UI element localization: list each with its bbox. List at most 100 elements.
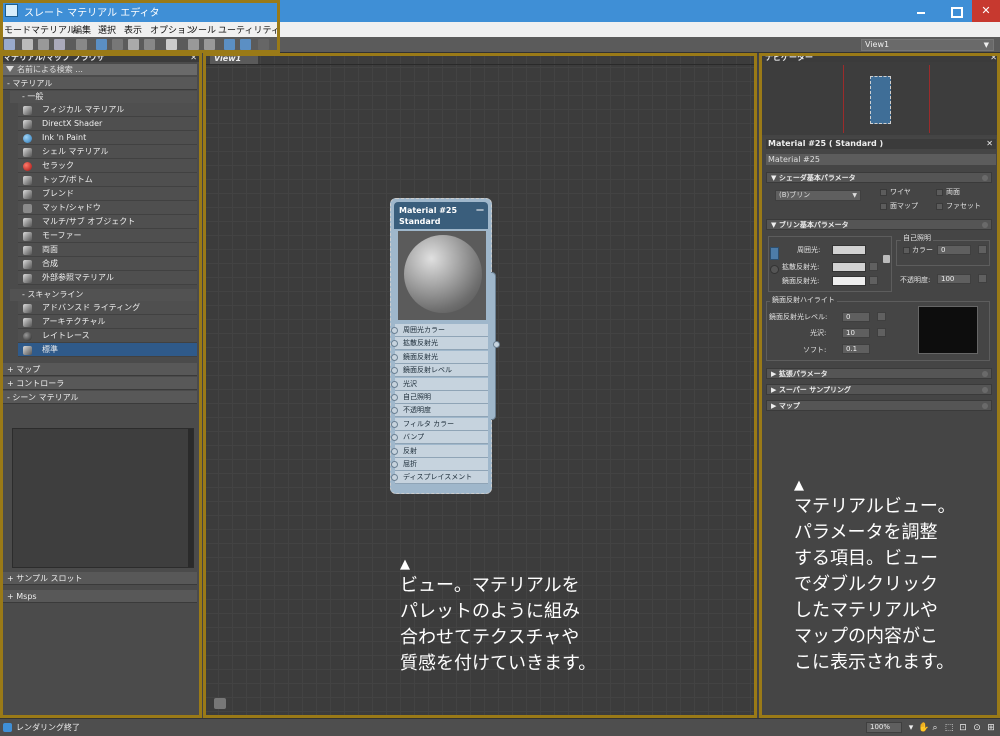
zoom-field[interactable]: 100% xyxy=(866,722,902,733)
input-socket[interactable] xyxy=(391,461,398,468)
category-materials[interactable]: - マテリアル xyxy=(3,77,197,90)
input-socket[interactable] xyxy=(391,407,398,415)
material-list-item[interactable]: アドバンスド ライティング xyxy=(18,301,197,315)
close-icon[interactable]: ✕ xyxy=(990,53,997,62)
input-socket[interactable] xyxy=(391,447,398,455)
diffuse-map-button[interactable] xyxy=(869,262,878,271)
maximize-button[interactable] xyxy=(938,0,972,22)
spec-level-map-button[interactable] xyxy=(877,312,886,321)
hide-unused-icon[interactable] xyxy=(112,39,123,50)
node-input-slot[interactable]: 鏡面反射レベル xyxy=(391,364,488,378)
fit-all-icon[interactable]: ⊞ xyxy=(986,723,996,733)
material-browser-icon[interactable] xyxy=(224,39,235,50)
menu-select[interactable]: 選択 xyxy=(98,23,116,36)
view-selector[interactable]: View1 ▼ xyxy=(861,39,994,51)
zoom-selected-icon[interactable]: ⊙ xyxy=(972,723,982,733)
material-list-item[interactable]: セラック xyxy=(18,159,197,173)
material-list-item[interactable]: ブレンド xyxy=(18,187,197,201)
node-input-slot[interactable]: 不透明度 xyxy=(391,404,488,418)
zoom-extents-icon[interactable]: ⊡ xyxy=(958,723,968,733)
category-msps[interactable]: + Msps xyxy=(3,590,197,603)
parameter-editor-icon[interactable] xyxy=(240,39,251,50)
select-by-material-icon[interactable] xyxy=(258,39,269,50)
category-sample-slots[interactable]: + サンプル スロット xyxy=(3,572,197,585)
diffuse-color-swatch[interactable] xyxy=(832,262,866,272)
rollout-supersampling[interactable]: ▶ スーパー サンプリング xyxy=(766,384,992,395)
rollout-blinn-basic[interactable]: ▼ ブリン基本パラメータ xyxy=(766,219,992,230)
node-output-socket[interactable] xyxy=(493,341,500,348)
group-scanline[interactable]: - スキャンライン xyxy=(10,289,197,301)
rollout-maps[interactable]: ▶ マップ xyxy=(766,400,992,411)
menu-mode[interactable]: モード xyxy=(4,23,31,36)
zoom-icon[interactable]: ⌕ xyxy=(930,723,940,733)
material-list-item[interactable]: マルチ/サブ オブジェクト xyxy=(18,215,197,229)
specular-map-button[interactable] xyxy=(869,276,878,285)
show-end-result-icon[interactable] xyxy=(166,39,177,50)
gloss-map-button[interactable] xyxy=(877,328,886,337)
input-socket[interactable] xyxy=(391,474,398,482)
node-input-slot[interactable]: 反射 xyxy=(391,444,488,458)
specular-color-swatch[interactable] xyxy=(832,276,866,286)
input-socket[interactable] xyxy=(391,340,398,348)
pan-hand-icon[interactable] xyxy=(214,698,226,709)
material-list-item[interactable]: 合成 xyxy=(18,257,197,271)
pan-icon[interactable]: ✋ xyxy=(918,723,929,733)
navigator-node-preview[interactable] xyxy=(870,76,891,124)
material-list-item[interactable]: フィジカル マテリアル xyxy=(18,103,197,117)
material-list-item[interactable]: トップ/ボトム xyxy=(18,173,197,187)
put-material-icon[interactable] xyxy=(38,39,49,50)
lock-icon[interactable] xyxy=(883,255,890,263)
ambient-color-swatch[interactable] xyxy=(832,245,866,255)
input-socket[interactable] xyxy=(391,367,398,375)
menu-material[interactable]: マテリアル xyxy=(31,23,76,36)
minimize-button[interactable] xyxy=(904,0,938,22)
menu-utilities[interactable]: ユーティリティ xyxy=(218,23,280,36)
node-input-slot[interactable]: フィルタ カラー xyxy=(391,417,488,431)
material-list-item[interactable]: 外部参照マテリアル xyxy=(18,271,197,285)
spec-level-spinner[interactable]: 0 xyxy=(842,312,870,322)
node-input-slot[interactable]: 光沢 xyxy=(391,377,488,391)
node-input-slot[interactable]: バンプ xyxy=(391,431,488,445)
search-options-icon[interactable] xyxy=(6,66,14,72)
category-controllers[interactable]: + コントローラ xyxy=(3,377,197,390)
close-button[interactable]: ✕ xyxy=(972,0,1000,22)
input-socket[interactable] xyxy=(391,434,398,442)
material-list-item[interactable]: Ink 'n Paint xyxy=(18,131,197,145)
select-tool-icon[interactable] xyxy=(4,39,15,50)
material-list-item[interactable]: モーファー xyxy=(18,229,197,243)
material-node[interactable]: Material #25 Standard — 周囲光カラー 拡散反射光 鏡面反射光… xyxy=(390,198,492,494)
node-input-slot[interactable]: 拡散反射光 xyxy=(391,337,488,351)
wire-checkbox[interactable] xyxy=(880,189,887,196)
soften-spinner[interactable]: 0.1 xyxy=(842,344,870,354)
assign-material-icon[interactable] xyxy=(54,39,65,50)
group-general[interactable]: - 一般 xyxy=(10,91,197,103)
close-icon[interactable]: ✕ xyxy=(190,53,197,62)
chevron-down-icon[interactable]: ▾ xyxy=(906,723,916,733)
show-shaded-icon[interactable] xyxy=(128,39,139,50)
opacity-map-button[interactable] xyxy=(978,274,987,283)
node-input-slot[interactable]: ディスプレイスメント xyxy=(391,471,488,485)
material-list-item[interactable]: レイトレース xyxy=(18,329,197,343)
node-input-slot[interactable]: 鏡面反射光 xyxy=(391,350,488,364)
gloss-spinner[interactable]: 10 xyxy=(842,328,870,338)
shader-type-dropdown[interactable]: (B)ブリン ▼ xyxy=(775,190,861,201)
zoom-region-icon[interactable]: ⬚ xyxy=(944,723,954,733)
self-illum-map-button[interactable] xyxy=(978,245,987,254)
node-collapse-icon[interactable]: — xyxy=(476,204,484,215)
menu-view[interactable]: 表示 xyxy=(124,23,142,36)
menu-tools[interactable]: ツール xyxy=(189,23,216,36)
show-background-icon[interactable] xyxy=(144,39,155,50)
move-children-icon[interactable] xyxy=(96,39,107,50)
input-socket[interactable] xyxy=(391,420,398,428)
node-input-slot[interactable]: 自己照明 xyxy=(391,391,488,404)
search-input[interactable]: 名前による検索 ... xyxy=(3,64,197,75)
face-map-checkbox[interactable] xyxy=(880,203,887,210)
material-list-item[interactable]: 標準 xyxy=(18,343,197,357)
material-list-item[interactable]: アーキテクチャル xyxy=(18,315,197,329)
input-socket[interactable] xyxy=(391,327,398,334)
layout-children-icon[interactable] xyxy=(204,39,215,50)
eyedropper-icon[interactable] xyxy=(22,39,33,50)
layout-all-icon[interactable] xyxy=(188,39,199,50)
input-socket[interactable] xyxy=(391,353,398,361)
node-header[interactable]: Material #25 Standard — xyxy=(394,202,488,229)
